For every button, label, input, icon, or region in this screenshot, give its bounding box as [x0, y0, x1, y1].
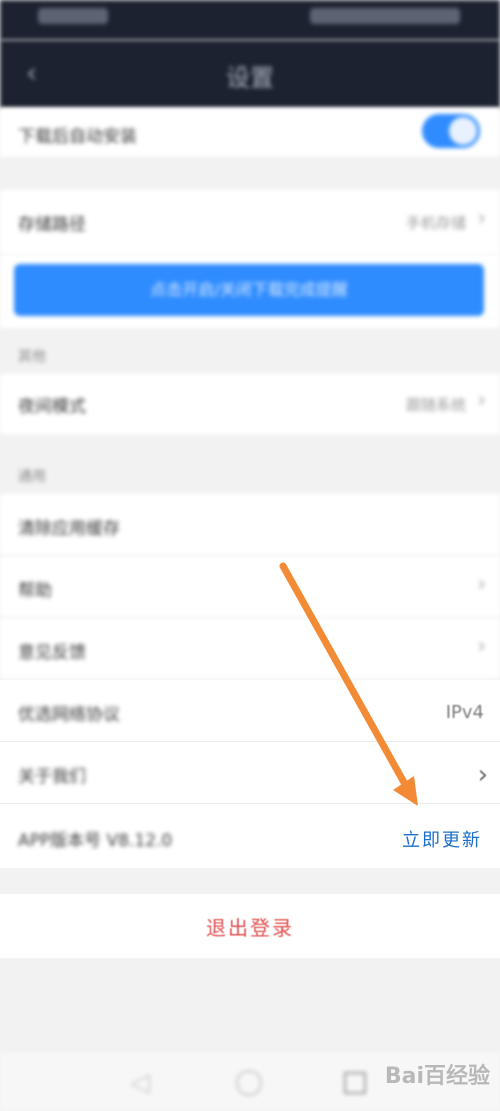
theme-row[interactable]: 夜间模式 跟随系统 › [0, 374, 500, 434]
nav-bar: ‹ 设置 [0, 40, 500, 108]
network-protocol-row[interactable]: 优选网络协议 [0, 680, 500, 742]
chevron-right-icon: › [477, 572, 486, 597]
page-title: 设置 [226, 64, 274, 92]
reminder-button[interactable]: 点击开启/关闭下载完成提醒 [14, 264, 484, 316]
storage-path-label: 存储路径 [18, 215, 86, 235]
storage-path-value: 手机存储 [405, 214, 466, 232]
clear-cache-label: 清除应用缓存 [18, 519, 120, 539]
chevron-right-icon: › [477, 388, 486, 413]
system-recent-icon[interactable] [344, 1072, 366, 1094]
download-auto-install-label: 下载后自动安装 [18, 127, 137, 147]
network-protocol-label: 优选网络协议 [18, 705, 120, 725]
version-label: APP版本号 V8.12.0 [18, 831, 173, 851]
system-back-icon[interactable]: ◁ [130, 1068, 150, 1098]
feedback-row[interactable]: 意见反馈 › [0, 618, 500, 680]
network-protocol-value: IPv4 [445, 702, 484, 723]
help-label: 帮助 [18, 581, 52, 601]
status-bar [0, 0, 500, 40]
about-row[interactable]: 关于我们 [0, 742, 500, 804]
chevron-right-icon: › [477, 760, 488, 790]
chevron-right-icon: › [477, 206, 486, 231]
update-now-link[interactable]: 立即更新 [402, 826, 482, 852]
about-label: 关于我们 [18, 767, 86, 787]
logout-button[interactable]: 退出登录 [0, 912, 500, 941]
system-home-icon[interactable] [236, 1070, 262, 1096]
theme-value: 跟随系统 [405, 396, 466, 414]
download-auto-install-row: 下载后自动安装 [0, 108, 500, 158]
section-header-general: 通用 [18, 469, 46, 485]
status-left-icons [38, 8, 108, 24]
watermark-logo: Bai百经验 [384, 1064, 490, 1089]
logout-row[interactable]: 退出登录 [0, 894, 500, 958]
download-auto-install-toggle[interactable] [422, 114, 480, 148]
feedback-label: 意见反馈 [18, 643, 86, 663]
theme-label: 夜间模式 [18, 397, 86, 417]
help-row[interactable]: 帮助 › [0, 556, 500, 618]
section-header-other: 其他 [18, 349, 46, 365]
clear-cache-row[interactable]: 清除应用缓存 [0, 494, 500, 556]
toggle-knob [449, 117, 477, 145]
chevron-right-icon: › [477, 634, 486, 659]
status-right-icons [310, 8, 460, 24]
storage-path-row[interactable]: 存储路径 手机存储 › [0, 190, 500, 254]
